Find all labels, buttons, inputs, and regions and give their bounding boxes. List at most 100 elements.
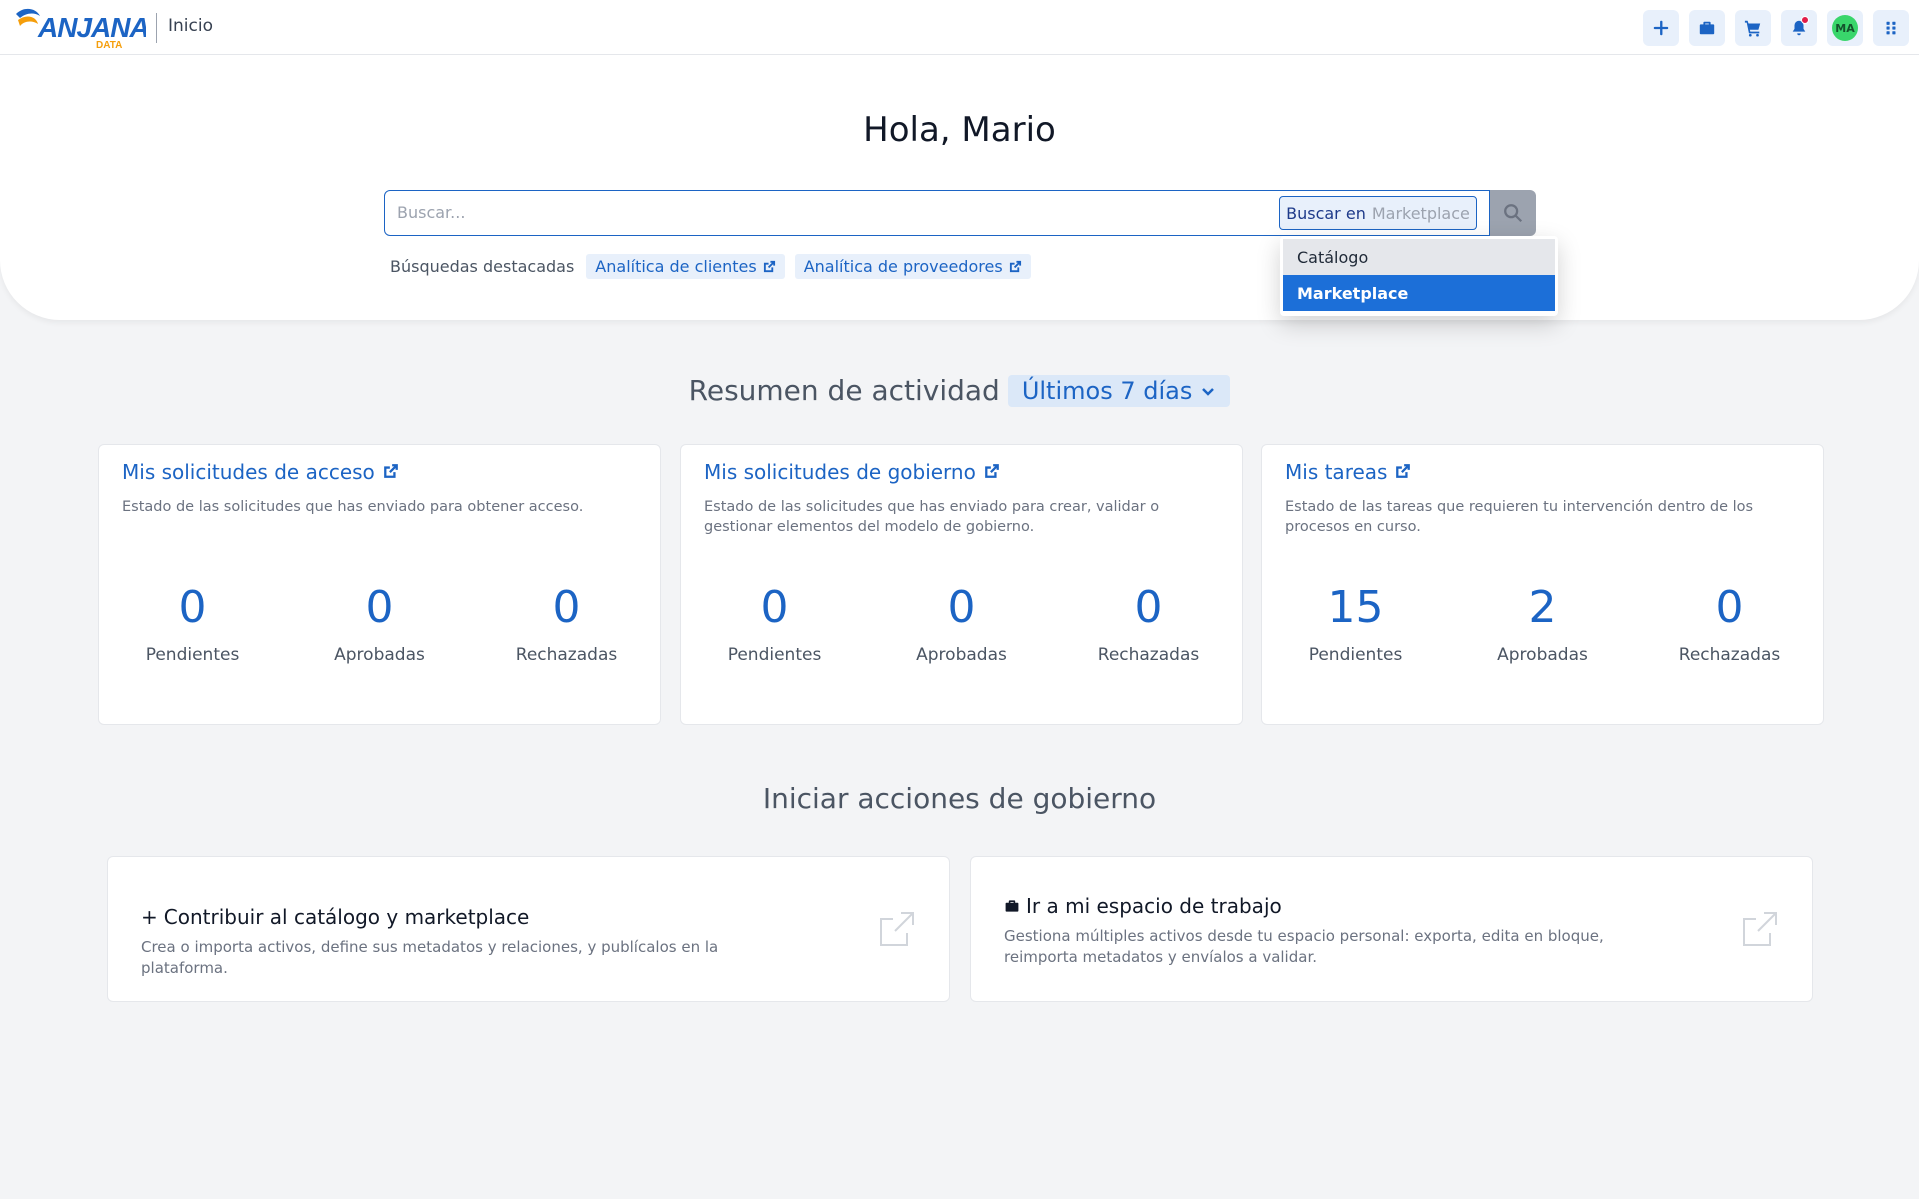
governance-requests-card: Mis solicitudes de gobierno Estado de la… xyxy=(680,444,1243,725)
search-scope-label: Buscar en xyxy=(1286,203,1366,223)
stat-label: Aprobadas xyxy=(334,645,425,665)
svg-text:DATA: DATA xyxy=(96,40,122,50)
card-title: Mis tareas xyxy=(1285,460,1388,484)
stat-label: Aprobadas xyxy=(1497,645,1588,665)
scope-option-marketplace[interactable]: Marketplace xyxy=(1283,275,1555,311)
search-input[interactable] xyxy=(397,191,1277,234)
external-link-icon xyxy=(1740,909,1780,949)
activity-summary-title: Resumen de actividad xyxy=(688,374,1000,407)
notifications-button[interactable] xyxy=(1781,10,1817,46)
greeting-title: Hola, Mario xyxy=(863,110,1056,150)
top-actions: MA xyxy=(1643,10,1909,46)
stat-label: Rechazadas xyxy=(1678,645,1781,665)
stat-rejected[interactable]: 0 Rechazadas xyxy=(473,582,660,666)
workspace-button[interactable] xyxy=(1689,10,1725,46)
apps-grid-icon xyxy=(1886,21,1896,35)
stat-pending[interactable]: 0 Pendientes xyxy=(681,582,868,666)
breadcrumb-home[interactable]: Inicio xyxy=(168,16,213,36)
featured-search-chip[interactable]: Analítica de clientes xyxy=(586,254,785,279)
notification-dot xyxy=(1801,16,1809,24)
stat-label: Pendientes xyxy=(145,645,240,665)
search-box: Buscar en Marketplace xyxy=(384,190,1490,236)
stat-pending[interactable]: 0 Pendientes xyxy=(99,582,286,666)
my-tasks-card: Mis tareas Estado de las tareas que requ… xyxy=(1261,444,1824,725)
avatar: MA xyxy=(1832,15,1858,41)
logo-divider xyxy=(156,13,157,43)
action-title-row: Ir a mi espacio de trabajo xyxy=(1004,894,1282,918)
svg-text:ANJANA: ANJANA xyxy=(37,12,146,43)
action-title: Contribuir al catálogo y marketplace xyxy=(163,905,530,929)
plus-icon: + xyxy=(141,905,158,929)
period-label: Últimos 7 días xyxy=(1021,376,1193,405)
contribute-action-card[interactable]: + Contribuir al catálogo y marketplace C… xyxy=(107,856,950,1002)
search-icon xyxy=(1504,204,1523,223)
plus-icon xyxy=(1653,20,1669,36)
workspace-action-card[interactable]: Ir a mi espacio de trabajo Gestiona múlt… xyxy=(970,856,1813,1002)
card-description: Estado de las tareas que requieren tu in… xyxy=(1285,499,1754,535)
apps-button[interactable] xyxy=(1873,10,1909,46)
card-title: Mis solicitudes de gobierno xyxy=(704,460,976,484)
featured-searches: Búsquedas destacadas Analítica de client… xyxy=(390,254,1031,279)
external-link-icon xyxy=(763,260,775,273)
card-title-link[interactable]: Mis tareas xyxy=(1285,460,1411,484)
cart-button[interactable] xyxy=(1735,10,1771,46)
period-selector[interactable]: Últimos 7 días xyxy=(1007,374,1231,407)
scope-option-catalogo[interactable]: Catálogo xyxy=(1283,239,1555,275)
stat-value: 15 xyxy=(1327,582,1384,633)
stat-approved[interactable]: 0 Aprobadas xyxy=(868,582,1055,666)
stat-pending[interactable]: 15 Pendientes xyxy=(1262,582,1449,666)
stat-approved[interactable]: 2 Aprobadas xyxy=(1449,582,1636,666)
stat-label: Rechazadas xyxy=(515,645,618,665)
chevron-down-icon xyxy=(1202,387,1215,396)
card-stats: 0 Pendientes 0 Aprobadas 0 Rechazadas xyxy=(99,582,660,666)
card-title: Mis solicitudes de acceso xyxy=(122,460,375,484)
stat-value: 2 xyxy=(1528,582,1557,633)
stat-label: Rechazadas xyxy=(1097,645,1200,665)
create-button[interactable] xyxy=(1643,10,1679,46)
search-scope-dropdown: Catálogo Marketplace xyxy=(1280,236,1558,316)
card-title-link[interactable]: Mis solicitudes de gobierno xyxy=(704,460,1000,484)
external-link-icon xyxy=(877,909,917,949)
external-link-icon xyxy=(383,464,398,478)
access-requests-card: Mis solicitudes de acceso Estado de las … xyxy=(98,444,661,725)
featured-search-label: Analítica de proveedores xyxy=(803,257,1003,276)
external-link-icon xyxy=(1009,260,1021,273)
search-scope-value: Marketplace xyxy=(1371,203,1470,223)
featured-search-label: Analítica de clientes xyxy=(595,257,757,276)
action-description: Gestiona múltiples activos desde tu espa… xyxy=(1004,927,1604,966)
stat-value: 0 xyxy=(760,582,789,633)
action-title: Ir a mi espacio de trabajo xyxy=(1026,894,1282,918)
top-bar: ANJANA DATA Inicio MA xyxy=(0,0,1919,55)
stat-value: 0 xyxy=(552,582,581,633)
stat-value: 0 xyxy=(1715,582,1744,633)
card-description: Estado de las solicitudes que has enviad… xyxy=(122,499,584,515)
stat-value: 0 xyxy=(365,582,394,633)
cart-icon xyxy=(1744,20,1761,37)
card-title-link[interactable]: Mis solicitudes de acceso xyxy=(122,460,399,484)
activity-summary-header: Resumen de actividad Últimos 7 días xyxy=(0,374,1919,407)
anjana-data-logo[interactable]: ANJANA DATA xyxy=(14,4,150,51)
stat-approved[interactable]: 0 Aprobadas xyxy=(286,582,473,666)
briefcase-icon xyxy=(1699,21,1715,35)
hero-section: Hola, Mario Buscar en Marketplace Búsque… xyxy=(0,55,1919,320)
stat-value: 0 xyxy=(178,582,207,633)
action-description: Crea o importa activos, define sus metad… xyxy=(141,938,719,977)
external-link-icon xyxy=(984,464,999,478)
user-menu-button[interactable]: MA xyxy=(1827,10,1863,46)
search-scope-button[interactable]: Buscar en Marketplace xyxy=(1279,196,1477,230)
action-title-row: + Contribuir al catálogo y marketplace xyxy=(141,905,529,929)
stat-value: 0 xyxy=(1134,582,1163,633)
stat-value: 0 xyxy=(947,582,976,633)
card-stats: 15 Pendientes 2 Aprobadas 0 Rechazadas xyxy=(1262,582,1823,666)
external-link-icon xyxy=(1396,464,1411,478)
card-description: Estado de las solicitudes que has enviad… xyxy=(704,499,1160,535)
briefcase-icon xyxy=(1005,900,1019,912)
stat-rejected[interactable]: 0 Rechazadas xyxy=(1636,582,1823,666)
featured-search-chip[interactable]: Analítica de proveedores xyxy=(794,254,1031,279)
card-stats: 0 Pendientes 0 Aprobadas 0 Rechazadas xyxy=(681,582,1242,666)
stat-rejected[interactable]: 0 Rechazadas xyxy=(1055,582,1242,666)
search-button[interactable] xyxy=(1490,190,1536,236)
governance-actions-title: Iniciar acciones de gobierno xyxy=(762,782,1157,815)
stat-label: Pendientes xyxy=(727,645,822,665)
stat-label: Pendientes xyxy=(1308,645,1403,665)
